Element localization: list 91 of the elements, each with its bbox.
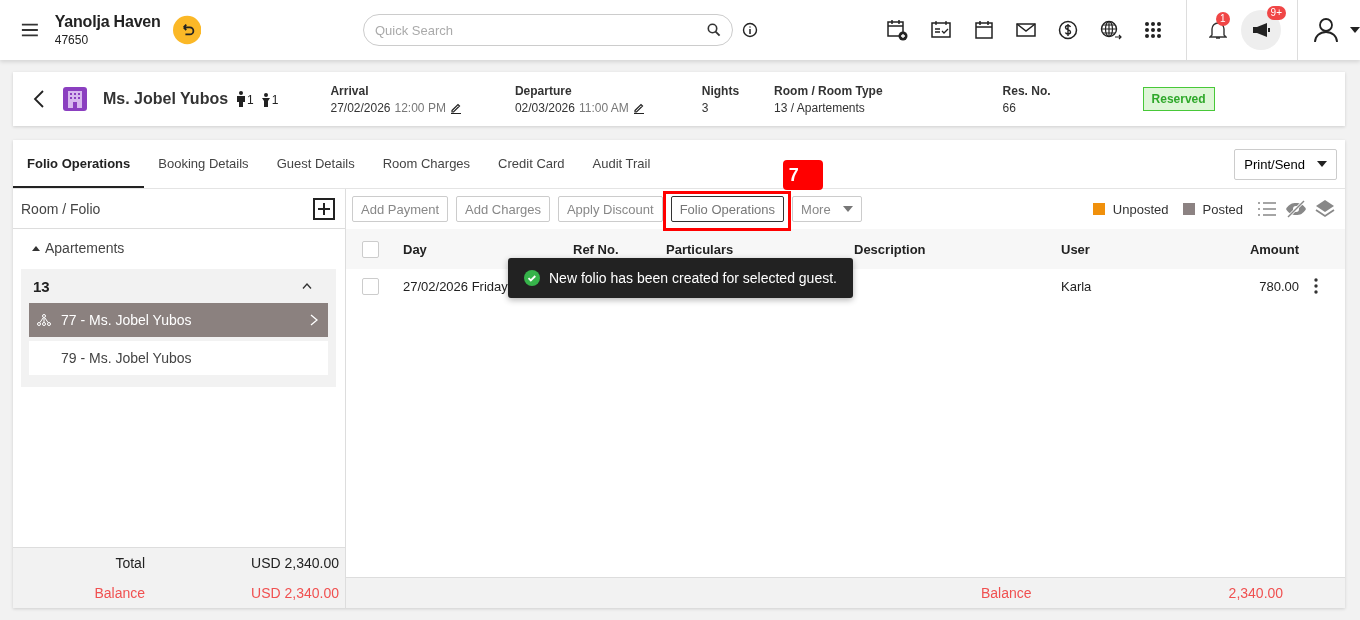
field-value: 13 / Apartements bbox=[774, 100, 865, 115]
caret-icon bbox=[1317, 161, 1327, 167]
action-button[interactable]: More bbox=[792, 196, 862, 222]
table-cell-text: 780.00 bbox=[1258, 278, 1299, 294]
field-value: 02/03/2026 bbox=[514, 100, 575, 115]
sidebar-title: Room / Folio bbox=[21, 200, 101, 217]
announcement-button[interactable] bbox=[1241, 10, 1281, 50]
chevron-right-icon bbox=[310, 314, 318, 326]
child-icon bbox=[260, 93, 271, 107]
collapse-icon[interactable] bbox=[32, 245, 40, 251]
status-tag: Reserved bbox=[1142, 87, 1215, 111]
total-label: Total bbox=[114, 555, 145, 571]
folio-item[interactable]: 79 - Ms. Jobel Yubos bbox=[29, 341, 328, 375]
select-all-checkbox[interactable] bbox=[362, 240, 379, 258]
guest-name: Ms. Jobel Yubos bbox=[103, 90, 229, 108]
total-amount: USD 2,340.00 bbox=[250, 555, 340, 571]
mail-icon[interactable] bbox=[1016, 22, 1036, 38]
edit-icon[interactable] bbox=[632, 101, 645, 114]
column-header: User bbox=[1061, 241, 1091, 257]
info-icon[interactable] bbox=[742, 22, 758, 38]
tab[interactable]: Folio Operations bbox=[13, 140, 145, 188]
hotel-name: Yanolja Haven bbox=[54, 13, 161, 31]
column-header: Particulars bbox=[666, 241, 735, 257]
chevron-up-icon[interactable] bbox=[302, 283, 312, 289]
back-icon[interactable] bbox=[33, 90, 45, 108]
tab[interactable]: Room Charges bbox=[368, 140, 485, 188]
field-label: Nights bbox=[701, 83, 740, 98]
building-icon bbox=[63, 87, 87, 111]
user-icon[interactable] bbox=[1314, 17, 1338, 43]
field-value: 66 bbox=[1002, 100, 1016, 115]
balance-amount: USD 2,340.00 bbox=[250, 585, 340, 601]
field-value: 27/02/2026 bbox=[330, 100, 391, 115]
add-icon[interactable] bbox=[313, 197, 335, 220]
folio-item[interactable]: 77 - Ms. Jobel Yubos bbox=[29, 303, 328, 337]
tab[interactable]: Booking Details bbox=[144, 140, 263, 188]
room-type-label[interactable]: Apartements bbox=[45, 240, 125, 256]
adult-icon bbox=[236, 91, 247, 107]
balance-label: Balance bbox=[981, 585, 1032, 601]
dollar-icon[interactable] bbox=[1058, 20, 1078, 40]
action-button[interactable]: Add Charges bbox=[456, 196, 550, 222]
bell-icon[interactable] bbox=[1209, 20, 1227, 40]
caret-icon bbox=[842, 206, 853, 212]
split-icon bbox=[37, 314, 51, 326]
field-label: Res. No. bbox=[1002, 83, 1051, 98]
edit-icon[interactable] bbox=[449, 101, 462, 114]
field-value: 3 bbox=[701, 100, 709, 115]
column-header: Description bbox=[854, 241, 927, 257]
room-number: 13 bbox=[33, 277, 50, 295]
row-checkbox[interactable] bbox=[362, 277, 379, 295]
tab[interactable]: Audit Trail bbox=[578, 140, 665, 188]
hotel-code: 47650 bbox=[54, 33, 90, 47]
globe-icon[interactable] bbox=[1100, 20, 1122, 40]
adult-count: 1 bbox=[247, 93, 254, 107]
more-icon[interactable] bbox=[1314, 278, 1318, 294]
success-icon bbox=[524, 270, 540, 286]
calendar-add-icon[interactable] bbox=[886, 19, 908, 41]
column-header: Ref No. bbox=[573, 241, 620, 257]
field-label: Arrival bbox=[330, 83, 370, 98]
hidden-eye-icon[interactable] bbox=[1285, 200, 1307, 218]
field-label: Departure bbox=[514, 83, 573, 98]
apps-grid-icon[interactable] bbox=[1144, 21, 1162, 39]
toast-message: New folio has been created for selected guest. bbox=[549, 270, 837, 286]
search-icon[interactable] bbox=[707, 23, 721, 37]
action-button[interactable]: Add Payment bbox=[352, 196, 449, 222]
tab[interactable]: Guest Details bbox=[262, 140, 369, 188]
undo-icon[interactable] bbox=[172, 14, 201, 46]
step-badge: 7 bbox=[782, 160, 823, 190]
field-time: 12:00 PM bbox=[394, 100, 446, 115]
notification-badge: 1 bbox=[1216, 12, 1230, 26]
action-button[interactable]: Apply Discount bbox=[557, 196, 663, 222]
balance-label: Balance bbox=[93, 585, 145, 601]
table-cell-text: Karla bbox=[1061, 278, 1093, 294]
announcement-badge: 9+ bbox=[1266, 6, 1286, 20]
search-field[interactable]: Quick Search bbox=[363, 14, 733, 46]
balance-amount: 2,340.00 bbox=[1228, 585, 1284, 601]
action-button[interactable]: Folio Operations bbox=[670, 196, 785, 222]
column-header: Amount bbox=[1248, 241, 1299, 257]
calendar-icon[interactable] bbox=[974, 20, 994, 40]
child-count: 1 bbox=[271, 93, 279, 107]
caret-icon[interactable] bbox=[1350, 27, 1360, 33]
print-send-button[interactable]: Print/Send bbox=[1234, 148, 1337, 180]
menu-icon[interactable] bbox=[21, 22, 39, 38]
calendar-check-icon[interactable] bbox=[930, 20, 952, 40]
field-label: Room / Room Type bbox=[774, 83, 883, 98]
column-header: Day bbox=[403, 241, 428, 257]
megaphone-icon bbox=[1251, 22, 1271, 38]
legend-label: Unposted bbox=[1112, 201, 1169, 217]
legend-label: Posted bbox=[1202, 201, 1243, 217]
field-time: 11:00 AM bbox=[578, 100, 629, 115]
layers-icon[interactable] bbox=[1315, 199, 1335, 219]
tab[interactable]: Credit Card bbox=[484, 140, 579, 188]
